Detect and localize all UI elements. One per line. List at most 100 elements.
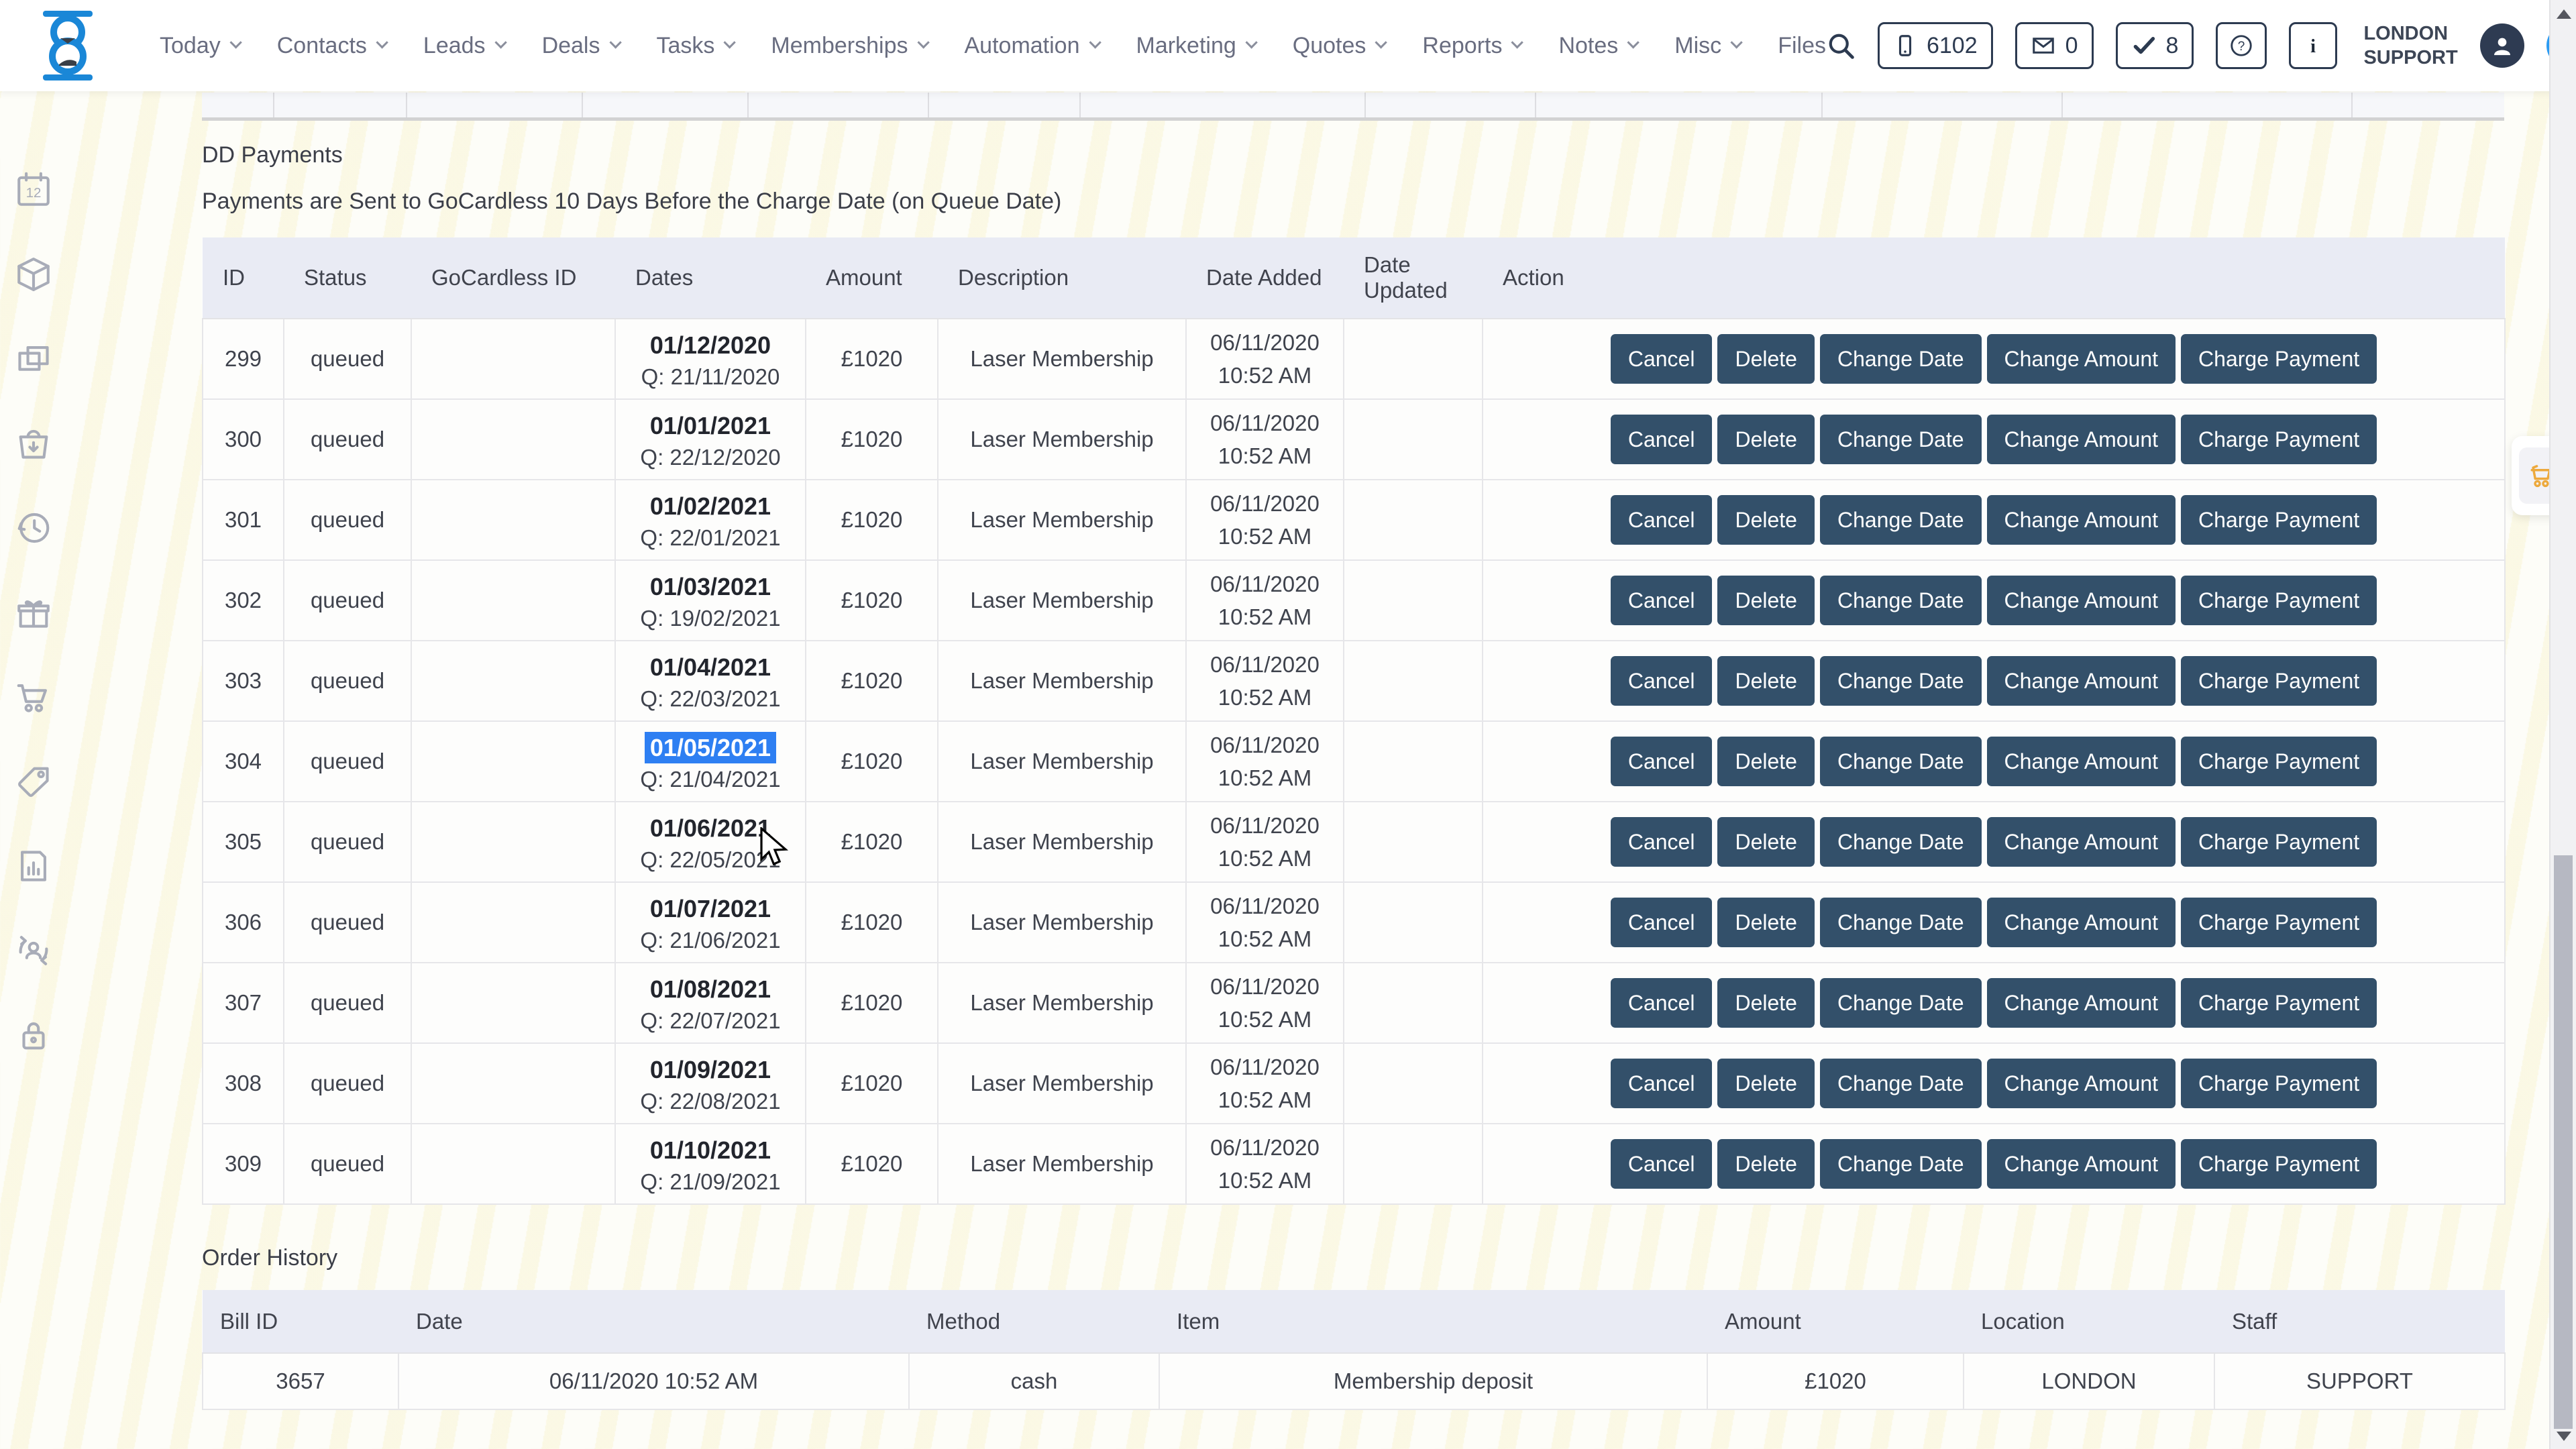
sidebar-item-lock-icon[interactable]: [14, 1016, 53, 1055]
sidebar-item-sales-report-icon[interactable]: [14, 847, 53, 885]
change-amount-button[interactable]: Change Amount: [1987, 576, 2176, 625]
cancel-button[interactable]: Cancel: [1611, 737, 1713, 786]
delete-button[interactable]: Delete: [1717, 817, 1815, 867]
cancel-button[interactable]: Cancel: [1611, 817, 1713, 867]
dd-cell-actions: CancelDeleteChange DateChange AmountChar…: [1483, 802, 2505, 882]
cancel-button[interactable]: Cancel: [1611, 1139, 1713, 1189]
change-amount-button[interactable]: Change Amount: [1987, 334, 2176, 384]
dd-header-description: Description: [938, 237, 1186, 319]
delete-button[interactable]: Delete: [1717, 576, 1815, 625]
delete-button[interactable]: Delete: [1717, 495, 1815, 545]
change-amount-button[interactable]: Change Amount: [1987, 737, 2176, 786]
nav-item-notes[interactable]: Notes: [1558, 33, 1636, 59]
charge-payment-button[interactable]: Charge Payment: [2181, 495, 2377, 545]
change-date-button[interactable]: Change Date: [1820, 656, 1982, 706]
delete-button[interactable]: Delete: [1717, 415, 1815, 464]
nav-item-today[interactable]: Today: [160, 33, 239, 59]
scrollbar-thumb[interactable]: [2554, 855, 2573, 1429]
sidebar-item-copy-icon[interactable]: [14, 339, 53, 378]
cancel-button[interactable]: Cancel: [1611, 415, 1713, 464]
cancel-button[interactable]: Cancel: [1611, 656, 1713, 706]
change-date-button[interactable]: Change Date: [1820, 495, 1982, 545]
charge-payment-button[interactable]: Charge Payment: [2181, 1059, 2377, 1108]
hourglass-logo-icon[interactable]: [42, 11, 94, 80]
delete-button[interactable]: Delete: [1717, 898, 1815, 947]
tasks-button[interactable]: 8: [2116, 22, 2194, 69]
charge-payment-button[interactable]: Charge Payment: [2181, 576, 2377, 625]
cancel-button[interactable]: Cancel: [1611, 1059, 1713, 1108]
charge-payment-button[interactable]: Charge Payment: [2181, 656, 2377, 706]
nav-label: Memberships: [771, 33, 908, 59]
charge-payment-button[interactable]: Charge Payment: [2181, 978, 2377, 1028]
mail-button[interactable]: 0: [2015, 22, 2094, 69]
sidebar-item-gift-icon[interactable]: [14, 593, 53, 632]
charge-date-text: 01/07/2021: [650, 895, 771, 922]
nav-item-memberships[interactable]: Memberships: [771, 33, 926, 59]
nav-item-misc[interactable]: Misc: [1674, 33, 1739, 59]
scrollbar-up-arrow[interactable]: [2557, 9, 2571, 19]
change-date-button[interactable]: Change Date: [1820, 898, 1982, 947]
delete-button[interactable]: Delete: [1717, 1059, 1815, 1108]
change-amount-button[interactable]: Change Amount: [1987, 1059, 2176, 1108]
nav-item-quotes[interactable]: Quotes: [1293, 33, 1385, 59]
help-button[interactable]: ?: [2216, 22, 2267, 69]
sidebar-item-customer-sync-icon[interactable]: [14, 931, 53, 970]
nav-item-deals[interactable]: Deals: [542, 33, 619, 59]
change-date-button[interactable]: Change Date: [1820, 978, 1982, 1028]
change-date-button[interactable]: Change Date: [1820, 817, 1982, 867]
nav-item-tasks[interactable]: Tasks: [657, 33, 733, 59]
change-date-button[interactable]: Change Date: [1820, 1059, 1982, 1108]
nav-item-reports[interactable]: Reports: [1422, 33, 1520, 59]
change-date-button[interactable]: Change Date: [1820, 1139, 1982, 1189]
delete-button[interactable]: Delete: [1717, 656, 1815, 706]
user-avatar[interactable]: [2480, 23, 2524, 68]
nav-item-contacts[interactable]: Contacts: [277, 33, 385, 59]
dd-header-dates: Dates: [615, 237, 806, 319]
search-icon[interactable]: [1826, 31, 1856, 60]
sidebar-item-package-icon[interactable]: [14, 255, 53, 294]
charge-payment-button[interactable]: Charge Payment: [2181, 1139, 2377, 1189]
delete-button[interactable]: Delete: [1717, 978, 1815, 1028]
cancel-button[interactable]: Cancel: [1611, 978, 1713, 1028]
sidebar-item-cart-icon[interactable]: [14, 678, 53, 716]
delete-button[interactable]: Delete: [1717, 334, 1815, 384]
change-date-button[interactable]: Change Date: [1820, 576, 1982, 625]
nav-item-automation[interactable]: Automation: [965, 33, 1098, 59]
change-date-button[interactable]: Change Date: [1820, 415, 1982, 464]
sidebar-item-shopping-bag-icon[interactable]: [14, 424, 53, 463]
delete-button[interactable]: Delete: [1717, 1139, 1815, 1189]
change-amount-button[interactable]: Change Amount: [1987, 495, 2176, 545]
dd-cell-gocardless-id: [411, 319, 615, 399]
charge-payment-button[interactable]: Charge Payment: [2181, 415, 2377, 464]
nav-item-leads[interactable]: Leads: [423, 33, 504, 59]
sidebar-item-price-tag-icon[interactable]: [14, 762, 53, 801]
sidebar-item-calendar-icon[interactable]: 12: [14, 170, 53, 209]
delete-button[interactable]: Delete: [1717, 737, 1815, 786]
charge-date-text: 01/12/2020: [650, 331, 771, 359]
cancel-button[interactable]: Cancel: [1611, 898, 1713, 947]
charge-payment-button[interactable]: Charge Payment: [2181, 737, 2377, 786]
change-amount-button[interactable]: Change Amount: [1987, 1139, 2176, 1189]
cancel-button[interactable]: Cancel: [1611, 334, 1713, 384]
cancel-button[interactable]: Cancel: [1611, 576, 1713, 625]
dd-cell-date-updated: [1344, 319, 1483, 399]
change-amount-button[interactable]: Change Amount: [1987, 656, 2176, 706]
cancel-button[interactable]: Cancel: [1611, 495, 1713, 545]
change-amount-button[interactable]: Change Amount: [1987, 898, 2176, 947]
change-amount-button[interactable]: Change Amount: [1987, 978, 2176, 1028]
nav-item-marketing[interactable]: Marketing: [1136, 33, 1254, 59]
phone-calls-button[interactable]: 6102: [1878, 22, 1993, 69]
charge-payment-button[interactable]: Charge Payment: [2181, 817, 2377, 867]
charge-payment-button[interactable]: Charge Payment: [2181, 334, 2377, 384]
change-amount-button[interactable]: Change Amount: [1987, 817, 2176, 867]
nav-item-files[interactable]: Files: [1778, 33, 1826, 59]
info-button[interactable]: i: [2289, 22, 2337, 69]
change-date-button[interactable]: Change Date: [1820, 737, 1982, 786]
change-date-button[interactable]: Change Date: [1820, 334, 1982, 384]
charge-payment-button[interactable]: Charge Payment: [2181, 898, 2377, 947]
change-amount-button[interactable]: Change Amount: [1987, 415, 2176, 464]
scrollbar-down-arrow[interactable]: [2557, 1432, 2571, 1441]
oh-header-date: Date: [398, 1290, 909, 1353]
dd-payments-title: DD Payments: [202, 142, 2504, 168]
sidebar-item-history-icon[interactable]: [14, 508, 53, 547]
